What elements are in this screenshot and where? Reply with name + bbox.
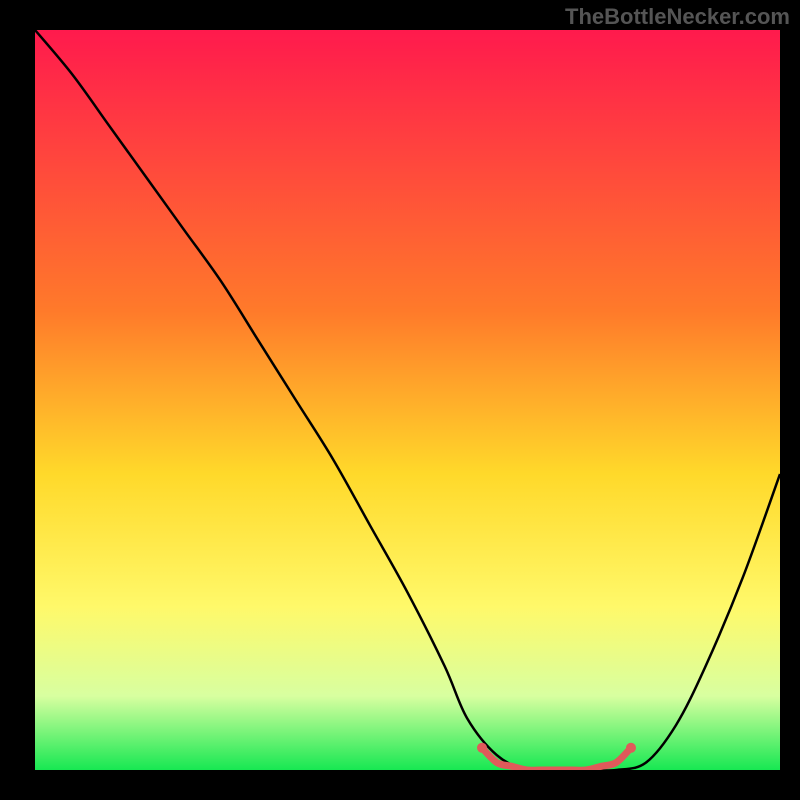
watermark-text: TheBottleNecker.com (565, 4, 790, 30)
bottleneck-curve (35, 30, 780, 770)
sweet-spot-dot-left (477, 743, 487, 753)
chart-container: TheBottleNecker.com (0, 0, 800, 800)
curve-layer (35, 30, 780, 770)
sweet-spot-dot-right (626, 743, 636, 753)
sweet-spot-marker (482, 748, 631, 770)
plot-area (35, 30, 780, 770)
